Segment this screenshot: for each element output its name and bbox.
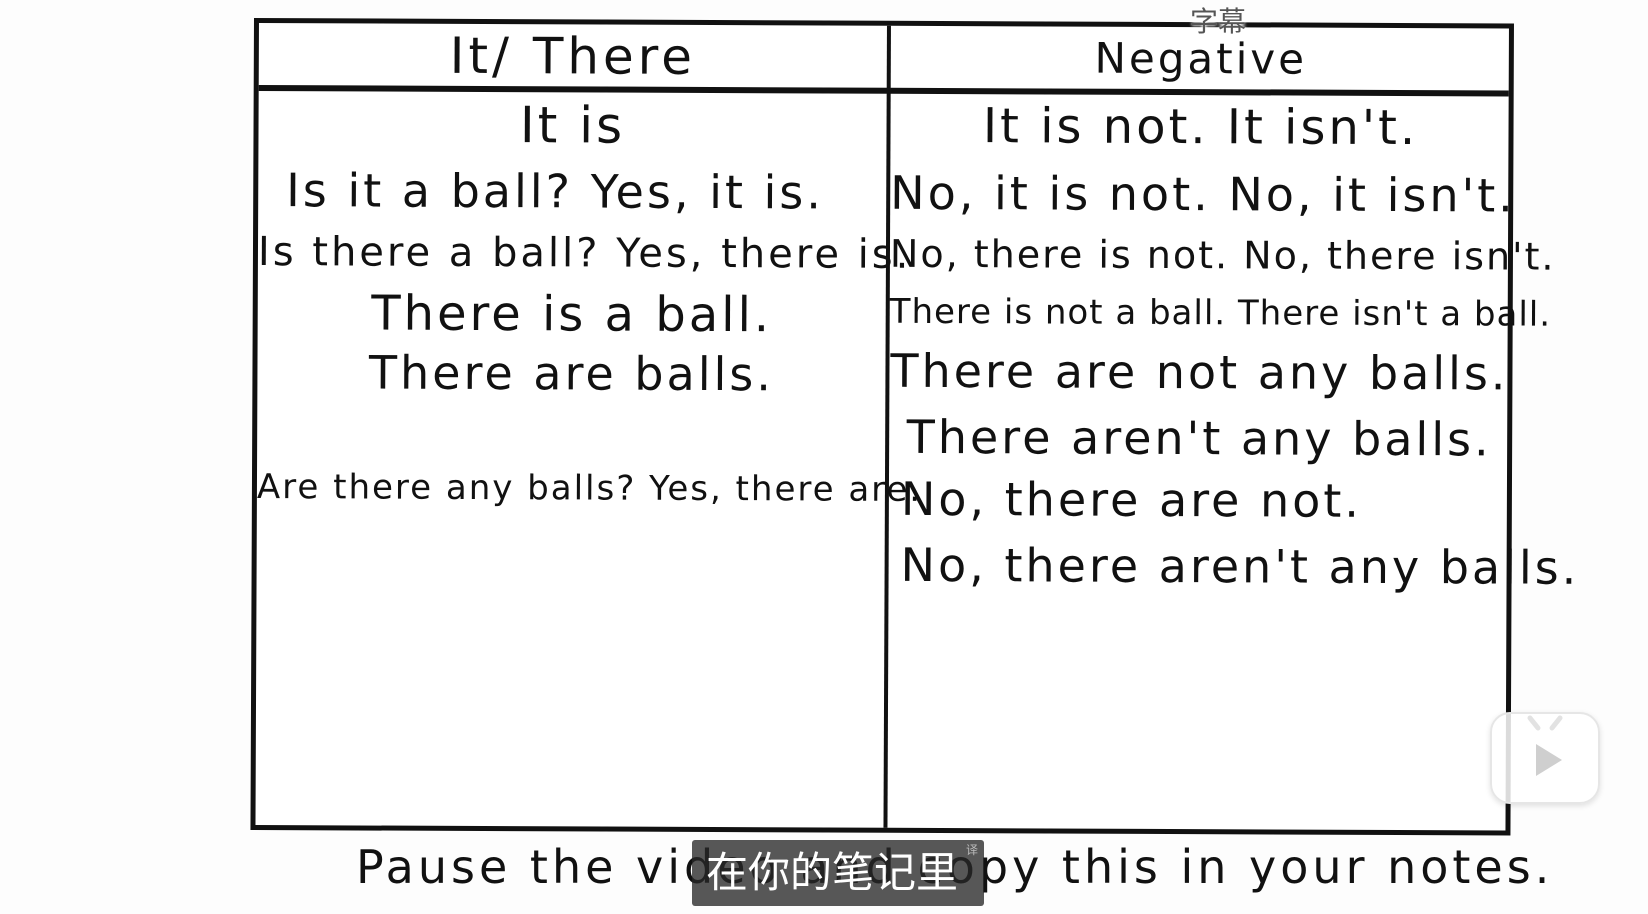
grammar-table: It/ There It is Is it a ball? Yes, it is… xyxy=(250,18,1580,836)
subtitle-text: 在你的笔记里 xyxy=(706,848,959,897)
left-line-5: There are balls. xyxy=(368,345,775,402)
right-line-3: No, there is not. No, there isn't. xyxy=(889,231,1556,279)
subtitle-overlay: 在你的笔记里 译 xyxy=(692,840,985,906)
translate-marker: 译 xyxy=(966,843,979,857)
left-header: It/ There xyxy=(449,26,697,86)
right-column: Negative It is not. It isn't. No, it is … xyxy=(887,26,1580,831)
subtitle-toggle[interactable]: 字幕 xyxy=(1190,0,1246,40)
right-line-5: There are not any balls. xyxy=(890,343,1509,401)
right-line-2: No, it is not. No, it isn't. xyxy=(890,165,1516,223)
left-line-6: Are there any balls? Yes, there are. xyxy=(256,467,923,510)
right-line-6: There aren't any balls. xyxy=(906,409,1492,467)
right-line-1: It is not. It isn't. xyxy=(982,98,1419,157)
right-line-8: No, there aren't any balls. xyxy=(900,537,1580,595)
play-button[interactable] xyxy=(1490,712,1600,804)
right-line-4: There is not a ball. There isn't a ball. xyxy=(889,291,1552,335)
right-line-7: No, there are not. xyxy=(900,471,1363,528)
left-column: It/ There It is Is it a ball? Yes, it is… xyxy=(255,23,923,828)
left-line-4: There is a ball. xyxy=(371,285,773,344)
left-line-1: It is xyxy=(519,96,626,155)
left-line-2: Is it a ball? Yes, it is. xyxy=(286,163,825,220)
left-line-3: Is there a ball? Yes, there is. xyxy=(257,229,912,278)
video-frame: It/ There It is Is it a ball? Yes, it is… xyxy=(0,0,1648,914)
play-icon xyxy=(1527,715,1563,776)
